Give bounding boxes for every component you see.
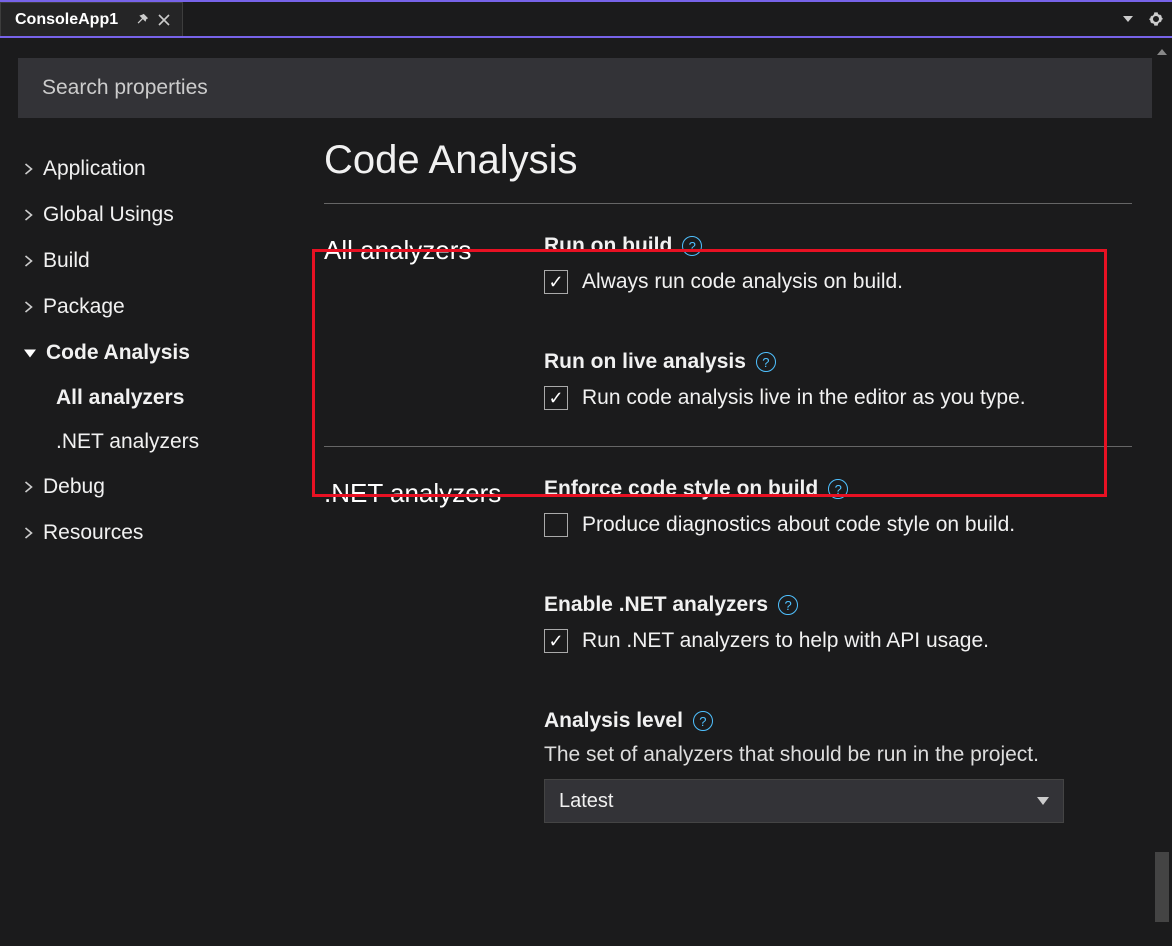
sidebar-item-debug[interactable]: Debug [18, 464, 300, 510]
sidebar-item-label: Resources [43, 521, 143, 545]
caret-right-icon [24, 209, 33, 221]
help-icon[interactable]: ? [828, 479, 848, 499]
help-icon[interactable]: ? [682, 236, 702, 256]
checkbox-run-on-build[interactable] [544, 270, 568, 294]
caret-right-icon [24, 255, 33, 267]
checkbox-enable-net[interactable] [544, 629, 568, 653]
tab-title: ConsoleApp1 [15, 11, 118, 29]
analysis-level-select[interactable]: Latest [544, 779, 1064, 823]
main-content: Code Analysis All analyzers Run on build… [300, 118, 1172, 946]
caret-right-icon [24, 301, 33, 313]
setting-run-on-live: Run on live analysis ? Run code analysis… [544, 350, 1132, 410]
scroll-thumb[interactable] [1155, 852, 1169, 922]
page-title: Code Analysis [324, 138, 1132, 197]
caret-right-icon [24, 163, 33, 175]
tab-bar: ConsoleApp1 [0, 2, 1172, 38]
setting-title: Run on live analysis [544, 350, 746, 374]
caret-down-icon [24, 349, 36, 358]
sidebar-item-label: Code Analysis [46, 341, 190, 365]
help-icon[interactable]: ? [756, 352, 776, 372]
caret-right-icon [24, 481, 33, 493]
help-icon[interactable]: ? [778, 595, 798, 615]
section-label-net-analyzers: .NET analyzers [324, 477, 544, 853]
sidebar-item-label: Debug [43, 475, 105, 499]
gear-icon[interactable] [1144, 7, 1168, 31]
sidebar-item-label: Package [43, 295, 125, 319]
sidebar-item-resources[interactable]: Resources [18, 510, 300, 556]
setting-enforce-style: Enforce code style on build ? Produce di… [544, 477, 1132, 537]
section-label-all-analyzers: All analyzers [324, 234, 544, 440]
sidebar-item-label: Global Usings [43, 203, 174, 227]
sidebar-item-build[interactable]: Build [18, 238, 300, 284]
caret-right-icon [24, 527, 33, 539]
chevron-down-icon [1037, 797, 1049, 805]
help-icon[interactable]: ? [693, 711, 713, 731]
sidebar-item-application[interactable]: Application [18, 146, 300, 192]
sidebar-subitem-all-analyzers[interactable]: All analyzers [18, 376, 300, 420]
sidebar-item-package[interactable]: Package [18, 284, 300, 330]
setting-title: Enable .NET analyzers [544, 593, 768, 617]
sidebar-item-code-analysis[interactable]: Code Analysis [18, 330, 300, 376]
pin-icon[interactable] [134, 12, 150, 28]
checkbox-run-on-live[interactable] [544, 386, 568, 410]
tab-consoleapp1[interactable]: ConsoleApp1 [0, 2, 183, 36]
scroll-up-icon[interactable] [1152, 42, 1172, 62]
scrollbar[interactable] [1152, 42, 1172, 946]
setting-title: Run on build [544, 234, 672, 258]
setting-title: Enforce code style on build [544, 477, 818, 501]
sidebar-item-label: Application [43, 157, 146, 181]
select-value: Latest [559, 790, 613, 813]
setting-title: Analysis level [544, 709, 683, 733]
setting-analysis-level: Analysis level ? The set of analyzers th… [544, 709, 1132, 823]
setting-run-on-build: Run on build ? Always run code analysis … [544, 234, 1132, 294]
sidebar-item-label: Build [43, 249, 90, 273]
dropdown-icon[interactable] [1116, 7, 1140, 31]
checkbox-label: Run code analysis live in the editor as … [582, 386, 1026, 410]
sidebar-subitem-net-analyzers[interactable]: .NET analyzers [18, 420, 300, 464]
sidebar: Application Global Usings Build Package … [0, 118, 300, 946]
setting-enable-net: Enable .NET analyzers ? Run .NET analyze… [544, 593, 1132, 653]
checkbox-label: Run .NET analyzers to help with API usag… [582, 629, 989, 653]
setting-description: The set of analyzers that should be run … [544, 743, 1132, 767]
sidebar-item-global-usings[interactable]: Global Usings [18, 192, 300, 238]
checkbox-label: Produce diagnostics about code style on … [582, 513, 1015, 537]
close-icon[interactable] [156, 12, 172, 28]
search-input[interactable] [18, 58, 1154, 118]
checkbox-label: Always run code analysis on build. [582, 270, 903, 294]
checkbox-enforce-style[interactable] [544, 513, 568, 537]
